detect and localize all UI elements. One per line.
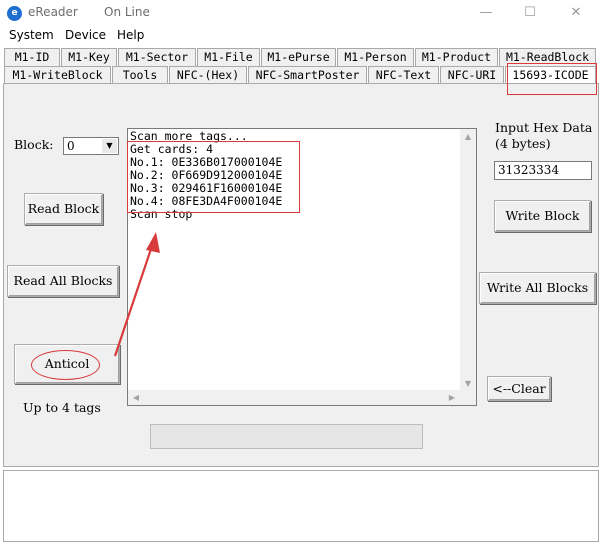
input-hex-label: Input Hex Data [495, 120, 593, 135]
chevron-down-icon: ▼ [102, 139, 117, 153]
tab-nfc-text[interactable]: NFC-Text [368, 66, 439, 84]
tab-m1-writeblock[interactable]: M1-WriteBlock [4, 66, 111, 84]
scroll-up-icon[interactable]: ▲ [460, 129, 476, 144]
anticol-button[interactable]: Anticol [14, 344, 120, 384]
scroll-left-icon[interactable]: ◀ [128, 390, 144, 405]
tags-limit-label: Up to 4 tags [23, 400, 101, 415]
tab-m1-epurse[interactable]: M1-ePurse [261, 48, 336, 66]
tab-tools[interactable]: Tools [112, 66, 168, 84]
write-all-blocks-button[interactable]: Write All Blocks [479, 272, 596, 304]
block-label: Block: [14, 137, 54, 152]
app-logo-icon: e [7, 6, 22, 21]
progress-bar [150, 424, 423, 449]
read-block-button[interactable]: Read Block [24, 193, 103, 225]
output-log[interactable]: Scan more tags... Get cards: 4 No.1: 0E3… [127, 128, 477, 406]
read-all-blocks-button[interactable]: Read All Blocks [7, 265, 119, 297]
close-button[interactable]: ✕ [556, 2, 596, 24]
tab-nfc-uri[interactable]: NFC-URI [440, 66, 504, 84]
tab-nfc-smartposter[interactable]: NFC-SmartPoster [248, 66, 367, 84]
menu-system[interactable]: System [9, 28, 54, 42]
title-bar: e eReader On Line — ☐ ✕ [0, 0, 602, 27]
block-select[interactable]: 0 ▼ [63, 137, 119, 155]
tab-m1-key[interactable]: M1-Key [61, 48, 117, 66]
tab-nfc-hex[interactable]: NFC-(Hex) [169, 66, 247, 84]
minimize-button[interactable]: — [466, 2, 506, 24]
tab-m1-person[interactable]: M1-Person [337, 48, 414, 66]
menu-bar: System Device Help [0, 27, 602, 46]
window-title: eReader [28, 5, 78, 19]
tab-m1-product[interactable]: M1-Product [415, 48, 498, 66]
block-select-value: 0 [67, 139, 75, 153]
horizontal-scrollbar[interactable]: ◀ ▶ [128, 390, 476, 405]
connection-status: On Line [104, 5, 150, 19]
tab-m1-file[interactable]: M1-File [197, 48, 260, 66]
menu-help[interactable]: Help [117, 28, 144, 42]
tab-row-2: M1-WriteBlock Tools NFC-(Hex) NFC-SmartP… [0, 66, 602, 86]
scroll-right-icon[interactable]: ▶ [444, 390, 460, 405]
log-lines: Scan more tags... Get cards: 4 No.1: 0E3… [130, 130, 282, 221]
scroll-down-icon[interactable]: ▼ [460, 376, 476, 391]
input-hex-bytes-label: (4 bytes) [495, 136, 551, 151]
tab-row-1: M1-ID M1-Key M1-Sector M1-File M1-ePurse… [0, 48, 602, 66]
vertical-scrollbar[interactable]: ▲ ▼ [460, 129, 476, 391]
tab-m1-sector[interactable]: M1-Sector [118, 48, 196, 66]
hex-data-input[interactable]: 31323334 [494, 161, 592, 180]
tab-m1-readblock[interactable]: M1-ReadBlock [499, 48, 596, 66]
tab-m1-id[interactable]: M1-ID [4, 48, 60, 66]
write-block-button[interactable]: Write Block [494, 200, 591, 232]
message-area[interactable] [3, 470, 599, 542]
menu-device[interactable]: Device [65, 28, 106, 42]
log-line: Scan stop [130, 207, 193, 221]
maximize-button[interactable]: ☐ [510, 2, 550, 24]
clear-button[interactable]: <--Clear [487, 376, 551, 401]
